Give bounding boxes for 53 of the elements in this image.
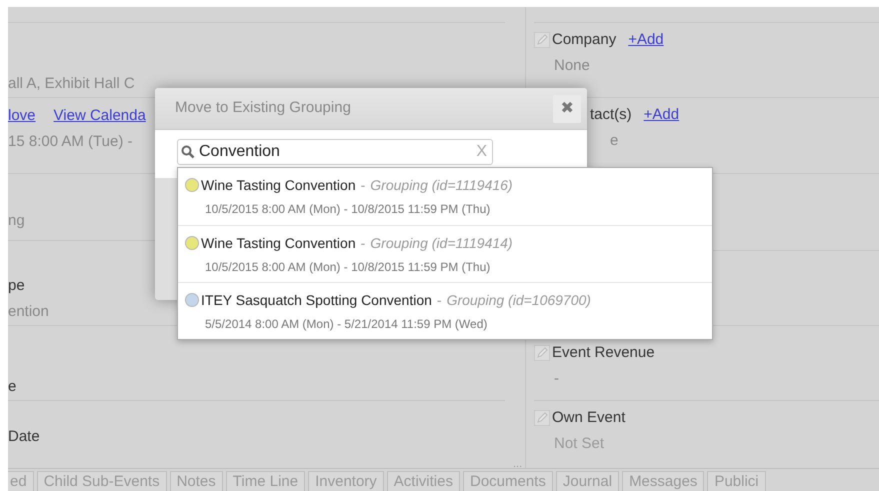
tab[interactable]: Documents	[462, 471, 553, 491]
tab[interactable]: Activities	[386, 471, 460, 491]
separator-dash: -	[436, 291, 442, 310]
tab[interactable]: Inventory	[308, 471, 384, 491]
tab[interactable]: ed	[8, 471, 34, 491]
search-icon	[181, 145, 195, 159]
separator-dash: -	[360, 234, 366, 253]
field-value: -	[553, 370, 560, 388]
separator-dash: -	[360, 176, 366, 195]
result-dates: 10/5/2015 8:00 AM (Mon) - 10/8/2015 11:59 PM (Thu)	[204, 201, 492, 217]
result-item[interactable]: Wine Tasting Convention - Grouping (id=1119414) 10/5/2015 8:00 AM (Mon) - 10/8/2015 11:59 PM (Thu)	[178, 225, 712, 282]
result-item[interactable]: ITEY Sasquatch Spotting Convention - Grouping (id=1069700) 5/5/2014 8:00 AM (Mon) - 5/21/2014 11:59 PM (Wed)	[178, 282, 712, 339]
pencil-icon[interactable]	[534, 410, 550, 426]
result-dates: 10/5/2015 8:00 AM (Mon) - 10/8/2015 11:59 PM (Thu)	[204, 259, 492, 275]
tab[interactable]: Journal	[556, 471, 620, 491]
result-name: ITEY Sasquatch Spotting Convention	[201, 291, 432, 310]
field-value: all A, Exhibit Hall C	[8, 75, 135, 93]
add-link[interactable]: +Add	[644, 106, 680, 124]
field-label: tact(s)	[590, 106, 632, 124]
result-name: Wine Tasting Convention	[201, 234, 356, 253]
result-name: Wine Tasting Convention	[201, 176, 356, 195]
tab[interactable]: Time Line	[226, 471, 306, 491]
field-value: 15 8:00 AM (Tue) -	[8, 133, 132, 151]
dialog-title: Move to Existing Grouping	[175, 98, 351, 118]
field-label: Own Event	[552, 409, 626, 427]
field-label: Company	[552, 31, 616, 49]
close-button[interactable]: ✖	[553, 94, 581, 122]
field-value: e	[609, 132, 620, 150]
field-label: Date	[8, 428, 40, 446]
field-value: None	[553, 57, 591, 75]
result-item[interactable]: Wine Tasting Convention - Grouping (id=1119416) 10/5/2015 8:00 AM (Mon) - 10/8/2015 11:59 PM (Thu)	[178, 168, 712, 225]
result-dates: 5/5/2014 8:00 AM (Mon) - 5/21/2014 11:59 PM (Wed)	[204, 316, 488, 332]
add-link[interactable]: +Add	[628, 31, 664, 49]
tab[interactable]: Notes	[170, 471, 223, 491]
field-label: pe	[8, 277, 25, 295]
calendar-link[interactable]: love	[8, 107, 36, 125]
field-label: e	[8, 378, 16, 396]
clear-button[interactable]: X	[474, 142, 489, 162]
result-type: Grouping (id=1119416)	[370, 176, 513, 195]
pencil-icon[interactable]	[534, 32, 550, 48]
tab[interactable]: Messages	[622, 471, 704, 491]
result-type: Grouping (id=1119414)	[370, 234, 513, 253]
field-value: ention	[8, 303, 49, 321]
field-label: Event Revenue	[552, 344, 655, 362]
tab[interactable]: Publici	[707, 471, 766, 491]
field-value: ng	[8, 212, 25, 230]
result-type: Grouping (id=1069700)	[446, 291, 591, 310]
pencil-icon[interactable]	[534, 345, 550, 361]
splitter-handle[interactable]: ...	[513, 459, 522, 469]
field-value: Not Set	[553, 435, 606, 453]
calendar-link[interactable]: View Calenda	[54, 107, 146, 125]
tab[interactable]: Child Sub-Events	[36, 471, 167, 491]
search-field[interactable]: Convention X	[177, 139, 493, 165]
